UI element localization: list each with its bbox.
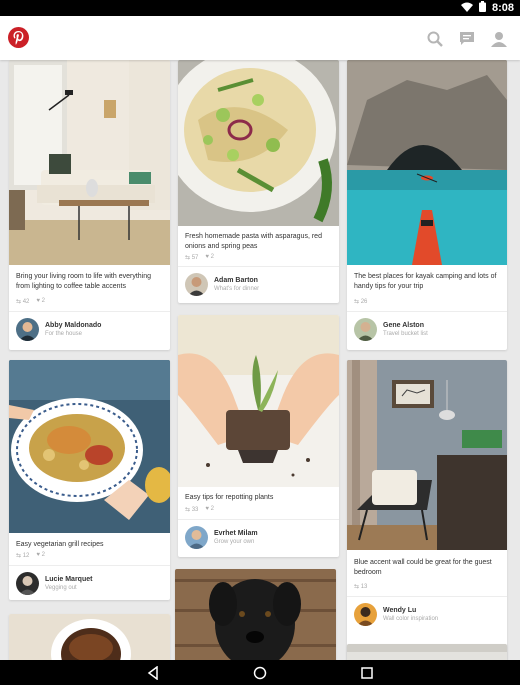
- search-icon[interactable]: [426, 30, 444, 48]
- repin-count: ⇆ 26: [354, 299, 368, 305]
- pin-image[interactable]: [178, 60, 339, 226]
- profile-icon[interactable]: [490, 30, 508, 48]
- pin-card[interactable]: The best places for kayak camping and lo…: [347, 60, 507, 350]
- board-name: Grow your own: [214, 539, 255, 545]
- avatar: [16, 572, 39, 595]
- avatar: [185, 273, 208, 296]
- pin-stats: ⇆ 33 ♥ 2: [185, 506, 214, 513]
- pin-user[interactable]: Lucie Marquet Vegging out: [16, 572, 92, 595]
- like-count: ♥ 2: [205, 506, 214, 512]
- pin-image[interactable]: [9, 360, 170, 533]
- wifi-icon: [460, 2, 473, 15]
- pinterest-logo[interactable]: [8, 27, 29, 48]
- pin-image[interactable]: [178, 315, 339, 487]
- user-name: Evrhet Milam: [214, 530, 258, 537]
- app-bar-actions: [426, 30, 508, 48]
- status-bar: 8:08: [0, 0, 520, 16]
- user-name: Adam Barton: [214, 277, 258, 284]
- divider: [9, 311, 170, 312]
- avatar: [185, 526, 208, 549]
- repin-count: ⇆ 42: [16, 299, 30, 305]
- pin-image[interactable]: [347, 60, 507, 265]
- divider: [347, 596, 507, 597]
- pin-image[interactable]: [175, 569, 336, 660]
- pin-description: Easy tips for repotting plants: [185, 494, 274, 501]
- pin-user[interactable]: Adam Barton What's for dinner: [185, 273, 259, 296]
- board-name: Wall color inspiration: [383, 616, 439, 622]
- repin-count: ⇆ 13: [354, 584, 368, 590]
- pin-description: Blue accent wall could be great for the …: [354, 559, 492, 576]
- divider: [178, 519, 339, 520]
- avatar: [16, 318, 39, 341]
- user-name: Gene Alston: [383, 322, 424, 329]
- like-count: ♥ 2: [205, 254, 214, 260]
- pin-card[interactable]: [9, 614, 170, 660]
- app-bar: [0, 16, 520, 60]
- battery-icon: [478, 1, 486, 15]
- status-time: 8:08: [491, 2, 514, 14]
- pin-feed: Bring your living room to life with ever…: [0, 60, 520, 660]
- pin-card[interactable]: Bring your living room to life with ever…: [9, 60, 170, 350]
- pin-stats: ⇆ 57 ♥ 2: [185, 254, 214, 261]
- pin-card[interactable]: Easy tips for repotting plants ⇆ 33 ♥ 2 …: [178, 315, 339, 557]
- board-name: For the house: [45, 331, 83, 337]
- pin-image[interactable]: [9, 60, 170, 265]
- divider: [9, 565, 170, 566]
- pin-stats: ⇆ 42 ♥ 2: [16, 298, 45, 305]
- system-nav-bar: [0, 660, 520, 685]
- like-count: ♥ 2: [36, 552, 45, 558]
- back-icon[interactable]: [146, 665, 160, 680]
- pin-stats: ⇆ 12 ♥ 2: [16, 552, 45, 559]
- board-name: What's for dinner: [214, 286, 260, 292]
- pin-user[interactable]: Evrhet Milam Grow your own: [185, 526, 258, 549]
- board-name: Vegging out: [45, 585, 77, 591]
- pin-description: The best places for kayak camping and lo…: [354, 273, 497, 290]
- pin-stats: ⇆ 13: [354, 583, 367, 590]
- pin-user[interactable]: Abby Maldonado For the house: [16, 318, 101, 341]
- pin-card[interactable]: [347, 644, 507, 660]
- pin-card[interactable]: Easy vegetarian grill recipes ⇆ 12 ♥ 2 L…: [9, 360, 170, 600]
- recents-icon[interactable]: [360, 666, 374, 680]
- pin-image[interactable]: [347, 644, 507, 660]
- pin-stats: ⇆ 26: [354, 298, 367, 305]
- repin-count: ⇆ 57: [185, 255, 199, 261]
- repin-count: ⇆ 33: [185, 507, 199, 513]
- divider: [347, 311, 507, 312]
- avatar: [354, 318, 377, 341]
- avatar: [354, 603, 377, 626]
- pin-card[interactable]: Fresh homemade pasta with asparagus, red…: [178, 60, 339, 303]
- board-name: Travel bucket list: [383, 331, 428, 337]
- pin-user[interactable]: Wendy Lu Wall color inspiration: [354, 603, 438, 626]
- user-name: Wendy Lu: [383, 607, 417, 614]
- pin-description: Easy vegetarian grill recipes: [16, 541, 104, 548]
- home-icon[interactable]: [253, 666, 267, 680]
- pin-image[interactable]: [347, 360, 507, 550]
- pin-description: Fresh homemade pasta with asparagus, red…: [185, 233, 322, 250]
- status-right: 8:08: [460, 1, 514, 15]
- pin-user[interactable]: Gene Alston Travel bucket list: [354, 318, 428, 341]
- repin-count: ⇆ 12: [16, 553, 30, 559]
- messages-icon[interactable]: [458, 30, 476, 48]
- divider: [178, 266, 339, 267]
- like-count: ♥ 2: [36, 298, 45, 304]
- user-name: Lucie Marquet: [45, 576, 93, 583]
- pin-description: Bring your living room to life with ever…: [16, 273, 152, 290]
- pin-image[interactable]: [9, 614, 170, 660]
- pin-card[interactable]: [175, 569, 336, 660]
- user-name: Abby Maldonado: [45, 322, 102, 329]
- pin-card[interactable]: Blue accent wall could be great for the …: [347, 360, 507, 660]
